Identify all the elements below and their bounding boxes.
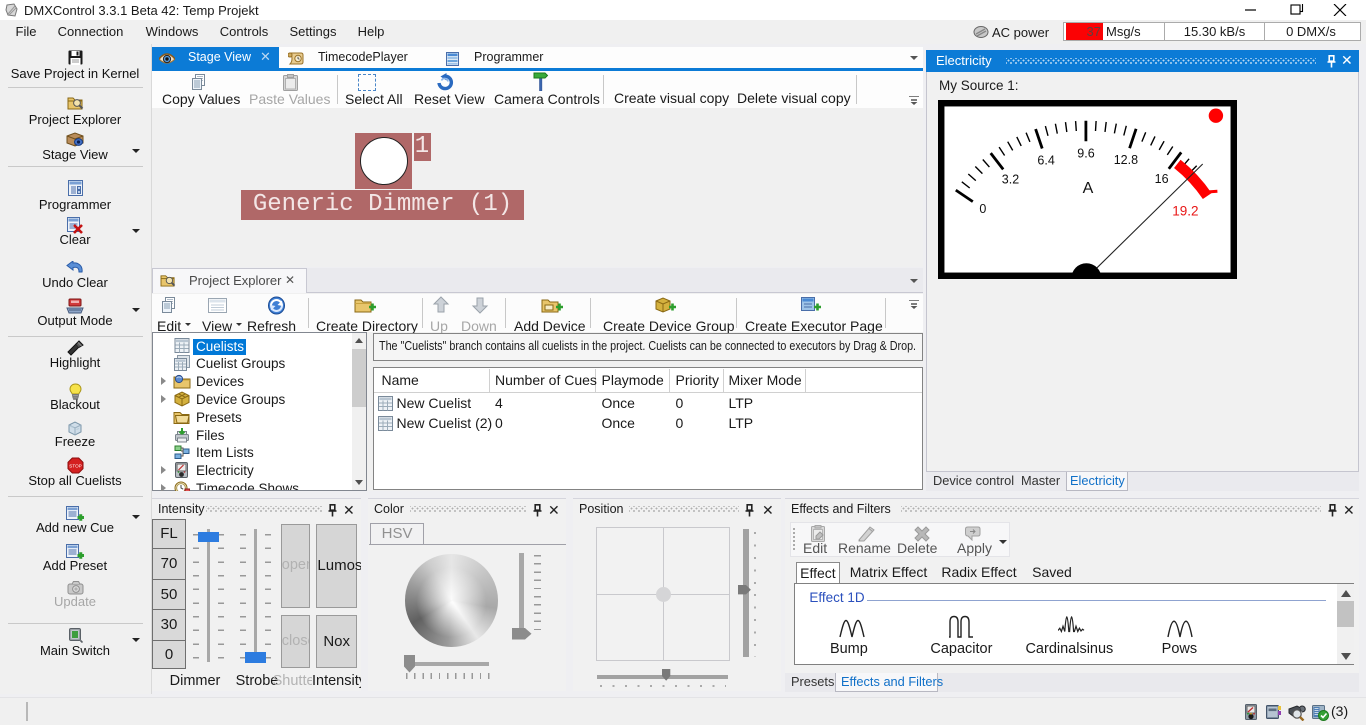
svg-text:A: A bbox=[1082, 180, 1093, 197]
svg-text:0: 0 bbox=[979, 202, 986, 216]
svg-text:6.4: 6.4 bbox=[1037, 154, 1054, 168]
svg-text:12.8: 12.8 bbox=[1113, 153, 1137, 167]
svg-text:16: 16 bbox=[1154, 172, 1168, 186]
svg-text:STOP: STOP bbox=[69, 464, 81, 469]
svg-text:19.2: 19.2 bbox=[1172, 204, 1198, 219]
svg-text:3.2: 3.2 bbox=[1001, 173, 1018, 187]
svg-text:9.6: 9.6 bbox=[1077, 147, 1094, 161]
